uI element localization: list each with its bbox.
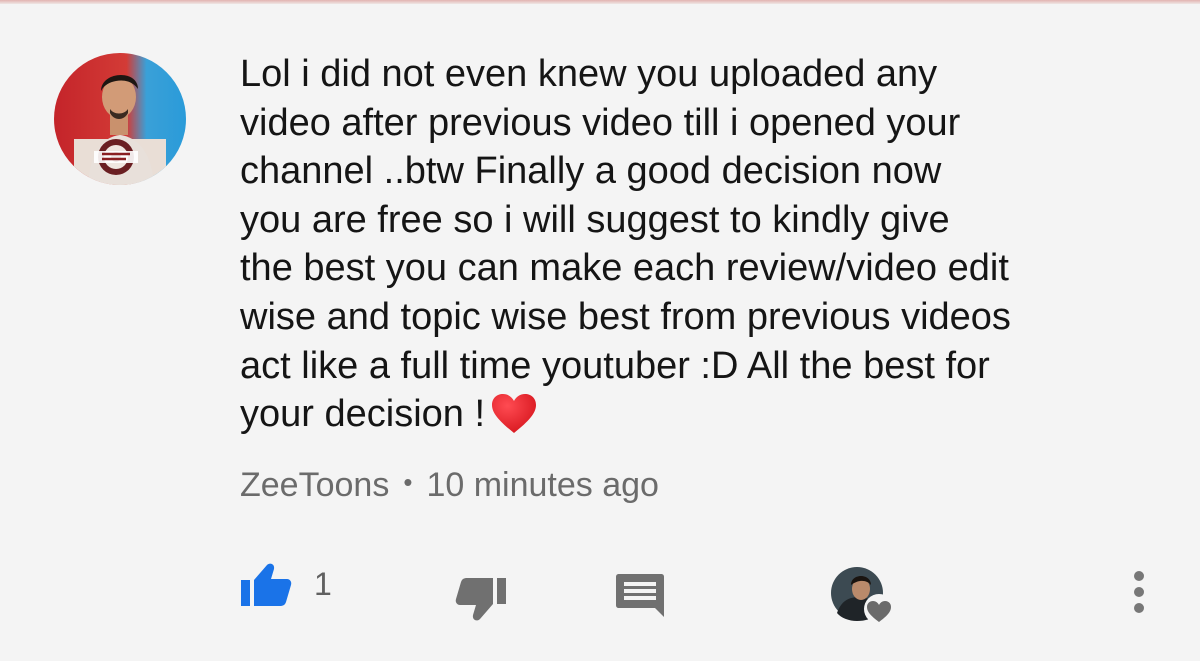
commenter-avatar[interactable] xyxy=(54,53,186,185)
red-heart-icon xyxy=(491,393,537,435)
comment-text: Lol i did not even knew you uploaded any… xyxy=(240,53,1011,436)
like-button[interactable] xyxy=(240,562,292,608)
thumbs-down-icon xyxy=(455,578,506,621)
creator-heart-button[interactable] xyxy=(829,565,901,627)
author-name[interactable]: ZeeToons xyxy=(240,466,389,504)
creator-heart-avatar-icon xyxy=(831,567,894,624)
comment-timestamp: 10 minutes ago xyxy=(426,466,659,504)
like-count: 1 xyxy=(314,566,332,602)
comment-meta: ZeeToons • 10 minutes ago xyxy=(240,466,659,505)
dislike-button[interactable] xyxy=(455,577,507,623)
reply-button[interactable] xyxy=(615,572,665,618)
meta-separator: • xyxy=(403,467,413,497)
comment-body: Lol i did not even knew you uploaded any… xyxy=(240,50,1140,439)
reply-comment-icon xyxy=(616,574,664,617)
more-vert-icon xyxy=(1134,571,1144,613)
thumbs-up-icon xyxy=(241,563,292,606)
more-options-button[interactable] xyxy=(1125,570,1153,616)
comment-item: Lol i did not even knew you uploaded any… xyxy=(0,0,1200,661)
